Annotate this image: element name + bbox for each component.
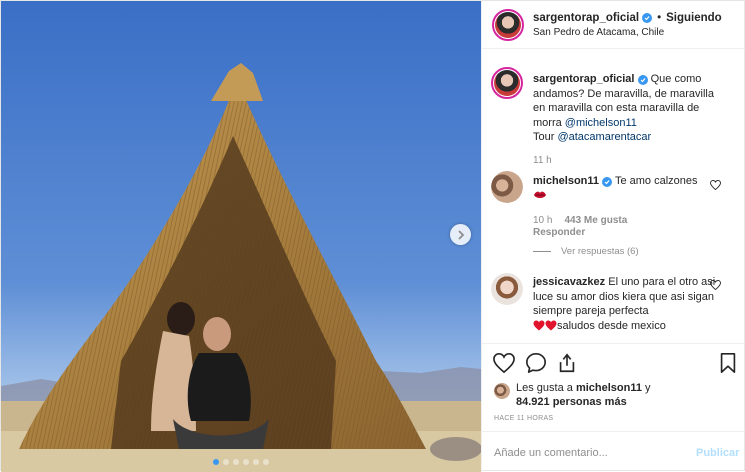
replies-divider xyxy=(533,251,551,252)
carousel-dot xyxy=(253,459,259,465)
verified-badge-icon xyxy=(602,177,613,187)
caption-time[interactable]: 11 h xyxy=(533,155,552,166)
comment-text: jessicavazkez El uno para el otro asi lu… xyxy=(533,275,718,333)
post-photo[interactable] xyxy=(1,1,481,472)
publish-button[interactable]: Publicar xyxy=(696,447,739,459)
comment-meta: 10 h 443 Me gusta xyxy=(533,215,627,226)
mention-link[interactable]: @atacamarentacar xyxy=(557,131,651,143)
verified-badge-icon xyxy=(642,13,653,23)
comment-username[interactable]: jessicavazkez xyxy=(533,276,605,288)
red-heart-emoji-icon xyxy=(545,320,557,330)
comment-actions: Responder xyxy=(533,227,585,238)
carousel-dot xyxy=(263,459,269,465)
like-heart-icon[interactable] xyxy=(493,352,515,374)
caption-username[interactable]: sargentorap_oficial xyxy=(533,73,634,85)
author-username[interactable]: sargentorap_oficial xyxy=(533,12,639,24)
post-sidebar: sargentorap_oficial • Siguiendo San Pedr… xyxy=(481,1,745,472)
likes-middle: y xyxy=(641,382,651,394)
add-comment-bar: Publicar xyxy=(482,431,745,472)
carousel-dot xyxy=(213,459,219,465)
view-replies-label[interactable]: Ver respuestas (6) xyxy=(561,246,639,257)
likes-text: Les gusta a michelson11 y 84.921 persona… xyxy=(516,381,666,409)
red-heart-emoji-icon xyxy=(533,320,545,330)
separator: • xyxy=(657,12,662,24)
next-photo-button[interactable] xyxy=(450,224,471,245)
photo-illustration xyxy=(1,1,481,472)
comment-input[interactable] xyxy=(494,444,674,462)
save-bookmark-icon[interactable] xyxy=(717,352,739,374)
commenter-avatar[interactable] xyxy=(491,171,523,203)
verified-badge-icon xyxy=(637,75,648,85)
likes-prefix: Les gusta a xyxy=(516,382,576,394)
liker-username[interactable]: michelson11 xyxy=(576,382,642,394)
like-comment-heart-icon[interactable] xyxy=(710,180,721,190)
mention-link[interactable]: @michelson11 xyxy=(565,117,637,129)
comment-likes[interactable]: 443 Me gusta xyxy=(564,215,627,226)
comment-body: Te amo calzones xyxy=(614,175,698,187)
carousel-indicator xyxy=(1,459,481,465)
following-button[interactable]: Siguiendo xyxy=(666,12,722,24)
comment-time[interactable]: 10 h xyxy=(533,215,552,226)
lips-emoji-icon xyxy=(534,191,546,198)
share-icon[interactable] xyxy=(556,352,578,374)
post-header: sargentorap_oficial • Siguiendo San Pedr… xyxy=(482,1,745,49)
chevron-right-icon xyxy=(457,229,464,240)
post-location[interactable]: San Pedro de Atacama, Chile xyxy=(533,27,664,38)
like-comment-heart-icon[interactable] xyxy=(710,280,721,290)
comment-body-end: saludos desde mexico xyxy=(557,319,666,332)
carousel-dot xyxy=(243,459,249,465)
likes-count[interactable]: 84.921 personas más xyxy=(516,396,627,408)
caption-tour-label: Tour xyxy=(533,131,558,143)
comments-list[interactable]: sargentorap_oficial Que como andamos? De… xyxy=(482,49,745,343)
likes-summary[interactable]: Les gusta a michelson11 y 84.921 persona… xyxy=(494,381,666,409)
author-avatar[interactable] xyxy=(492,9,524,41)
comment-bubble-icon[interactable] xyxy=(525,352,547,374)
carousel-dot xyxy=(233,459,239,465)
caption-text: sargentorap_oficial Que como andamos? De… xyxy=(533,72,718,145)
liker-avatar xyxy=(494,383,510,399)
commenter-avatar[interactable] xyxy=(491,273,523,305)
comment-text: michelson11 Te amo calzones xyxy=(533,174,718,203)
post-timestamp[interactable]: HACE 11 HORAS xyxy=(494,415,553,422)
caption-meta: 11 h xyxy=(533,155,552,166)
instagram-post: sargentorap_oficial • Siguiendo San Pedr… xyxy=(0,0,745,472)
reply-button[interactable]: Responder xyxy=(533,227,585,238)
view-replies[interactable]: Ver respuestas (6) xyxy=(533,246,639,257)
carousel-dot xyxy=(223,459,229,465)
comment-username[interactable]: michelson11 xyxy=(533,175,599,187)
caption-avatar[interactable] xyxy=(491,67,523,99)
post-actions: Les gusta a michelson11 y 84.921 persona… xyxy=(482,343,745,431)
